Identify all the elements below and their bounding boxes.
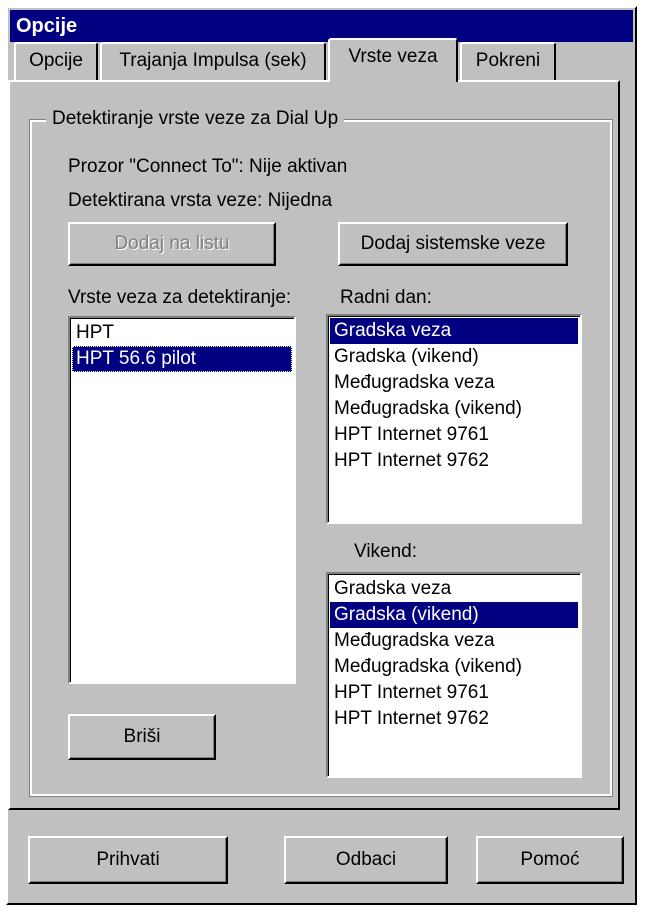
- workday-listbox[interactable]: Gradska veza Gradska (vikend) Međugradsk…: [326, 314, 582, 524]
- add-system-connections-button[interactable]: Dodaj sistemske veze: [338, 222, 568, 266]
- list-item[interactable]: HPT Internet 9762: [330, 448, 578, 474]
- cancel-button[interactable]: Odbaci: [284, 836, 448, 884]
- accept-button[interactable]: Prihvati: [28, 836, 228, 884]
- weekend-label: Vikend:: [354, 541, 418, 562]
- list-item[interactable]: Međugradska veza: [330, 628, 578, 654]
- weekend-listbox[interactable]: Gradska veza Gradska (vikend) Međugradsk…: [326, 572, 582, 778]
- delete-button[interactable]: Briši: [68, 714, 216, 760]
- tab-trajanja-impulsa[interactable]: Trajanja Impulsa (sek): [100, 42, 326, 80]
- list-item[interactable]: Međugradska (vikend): [330, 396, 578, 422]
- list-item[interactable]: HPT: [72, 320, 292, 346]
- detect-types-listbox[interactable]: HPT HPT 56.6 pilot: [68, 316, 296, 684]
- detected-type-status: Detektirana vrsta veze: Nijedna: [68, 190, 333, 211]
- list-item[interactable]: HPT Internet 9762: [330, 706, 578, 732]
- list-item[interactable]: HPT Internet 9761: [330, 680, 578, 706]
- list-item[interactable]: Međugradska (vikend): [330, 654, 578, 680]
- help-button[interactable]: Pomoć: [476, 836, 624, 884]
- list-item-selected[interactable]: Gradska (vikend): [330, 602, 578, 628]
- list-item-selected[interactable]: HPT 56.6 pilot: [72, 346, 292, 372]
- list-item[interactable]: HPT Internet 9761: [330, 422, 578, 448]
- connect-to-status: Prozor "Connect To": Nije aktivan: [68, 156, 348, 177]
- tab-opcije[interactable]: Opcije: [14, 42, 98, 80]
- workday-label: Radni dan:: [340, 287, 432, 308]
- group-label: Detektiranje vrste veze za Dial Up: [46, 106, 345, 132]
- add-to-list-button[interactable]: Dodaj na listu: [68, 222, 276, 266]
- list-item[interactable]: Gradska veza: [330, 576, 578, 602]
- list-item-selected[interactable]: Gradska veza: [330, 318, 578, 344]
- tab-vrste-veza[interactable]: Vrste veza: [328, 38, 458, 82]
- detect-list-label: Vrste veza za detektiranje:: [68, 287, 292, 308]
- tab-pokreni[interactable]: Pokreni: [460, 42, 556, 80]
- dialog-title: Opcije: [10, 10, 633, 42]
- list-item[interactable]: Gradska (vikend): [330, 344, 578, 370]
- list-item[interactable]: Međugradska veza: [330, 370, 578, 396]
